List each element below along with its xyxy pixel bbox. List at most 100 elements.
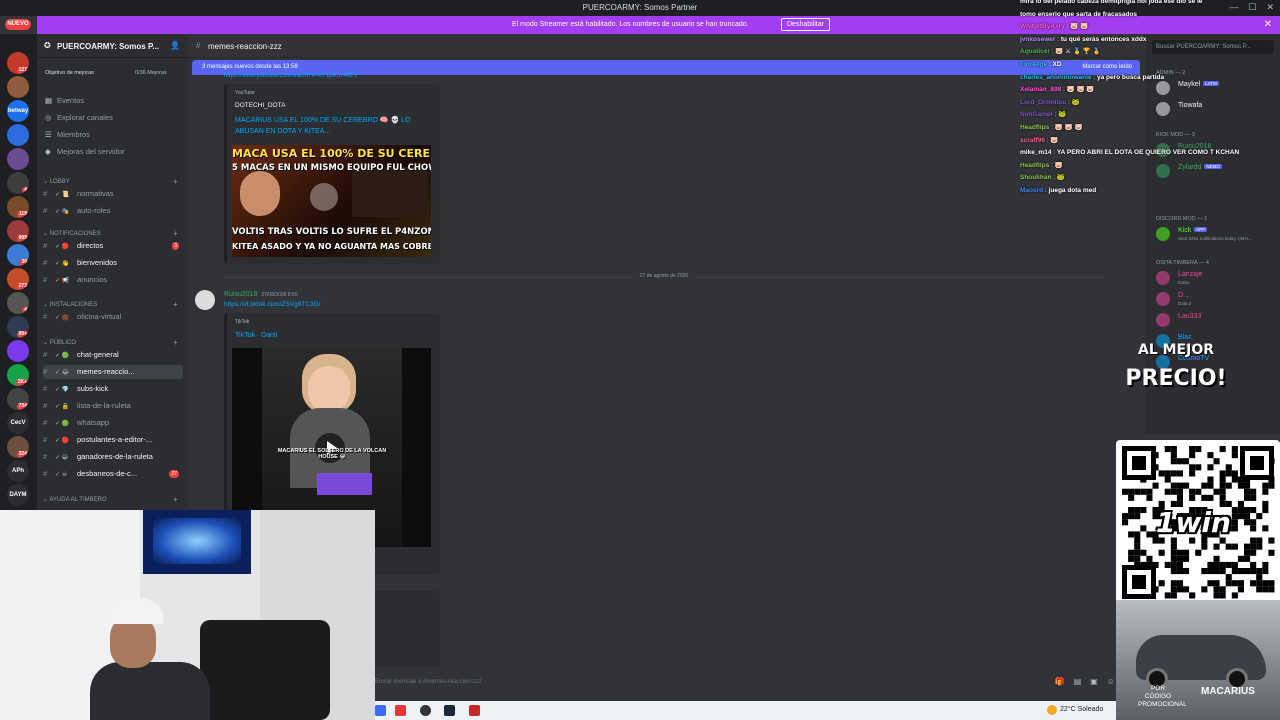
server-icon[interactable] <box>7 124 29 146</box>
invite-icon[interactable]: 👤 <box>170 41 180 50</box>
server-icon[interactable]: 99+ <box>7 316 29 338</box>
message-link[interactable]: https://vt.tiktok.com/ZSVg9TC3G/ <box>224 301 320 308</box>
channel-lista-de-la-ruleta[interactable]: # ✓ 🔒 lista-de-la-ruleta <box>43 399 183 413</box>
server-icon[interactable]: 273 <box>7 268 29 290</box>
steam-icon[interactable] <box>444 705 455 716</box>
server-icon[interactable]: APh <box>7 460 29 482</box>
server-icon[interactable]: CecV <box>7 412 29 434</box>
qr-module <box>1219 592 1226 599</box>
avatar[interactable] <box>195 290 215 310</box>
channel-anuncios[interactable]: # ✓ 📢 anuncios <box>43 273 183 287</box>
channel-whatsapp[interactable]: # ✓ 🟢 whatsapp <box>43 416 183 430</box>
app-icon[interactable] <box>375 705 386 716</box>
sidebar-item-label: Explorar canales <box>57 113 113 122</box>
channel-bienvenidos[interactable]: # ✓ 👋 bienvenidos <box>43 256 183 270</box>
channel-category[interactable]: ⌄ AYUDA AL TIMBERO + <box>43 495 178 504</box>
member-name: Kick APP <box>1178 227 1208 234</box>
member-name: Lanzaje <box>1178 271 1203 278</box>
qr-module <box>1170 482 1177 489</box>
add-channel-icon[interactable]: + <box>173 300 178 309</box>
chat-username: Headflips <box>1020 124 1050 131</box>
qr-module <box>1262 482 1269 489</box>
channel-subs-kick[interactable]: # ✓ 💎 subs-kick <box>43 382 183 396</box>
app-icon[interactable] <box>420 705 431 716</box>
channel-category[interactable]: ⌄ PÚBLICO + <box>43 338 178 347</box>
weather-text[interactable]: 22°C Soleado <box>1060 706 1103 713</box>
qr-module <box>1170 549 1177 556</box>
server-icon[interactable] <box>7 76 29 98</box>
gift-icon[interactable]: 🎁 <box>1055 677 1065 686</box>
app-icon[interactable] <box>469 705 480 716</box>
channel-desbaneos-de-c[interactable]: # ✓ ☠ desbaneos-de-c... 27 <box>43 467 183 481</box>
channel-normativas[interactable]: # ✓ 📜 normativas <box>43 187 183 201</box>
qr-module <box>1219 494 1226 501</box>
member-item[interactable]: D... Dota 2 <box>1154 290 1278 308</box>
member-item[interactable]: Kick APP Sent 3261 notifications today. (4… <box>1154 225 1278 243</box>
server-icon[interactable] <box>7 340 29 362</box>
member-item[interactable]: Lanzaje Oasis <box>1154 269 1278 287</box>
sidebar-item[interactable]: ☰ Miembros <box>45 130 90 139</box>
chat-message: 🐷 <box>1050 136 1059 144</box>
emoji-icon[interactable]: ☺ <box>1107 677 1115 686</box>
qr-module <box>1268 482 1275 489</box>
boost-goal[interactable]: Objetivo de mejoras 0/36 Mejoras <box>45 70 167 76</box>
chat-line: Headflips : 🐷 <box>1020 161 1063 169</box>
channel-title: memes-reaccion-zzz <box>208 42 282 51</box>
add-channel-icon[interactable]: + <box>173 338 178 347</box>
app-icon[interactable] <box>395 705 406 716</box>
channel-postulantes-a-editor[interactable]: # ✓ 🔴 postulantes-a-editor-... <box>43 433 183 447</box>
person-face <box>308 366 350 412</box>
channel-memes-reaccio[interactable]: # ✓ 😂 memes-reaccio... <box>43 365 183 379</box>
qr-module <box>1256 574 1263 581</box>
server-icon[interactable]: 999 <box>7 220 29 242</box>
add-channel-icon[interactable]: + <box>173 495 178 504</box>
server-icon[interactable]: 127 <box>7 52 29 74</box>
server-icon[interactable]: 4 <box>7 172 29 194</box>
embed-title[interactable]: TikTok · Danii <box>235 330 425 341</box>
channel-oficina-virtual[interactable]: # ✓ 💼 oficina-virtual <box>43 310 183 324</box>
message-composer[interactable]: Enviar mensaje a #memes-reaccion-zzz 🎁 ▤… <box>375 674 1115 692</box>
server-icon[interactable]: 2K+ <box>7 364 29 386</box>
server-icon[interactable]: 119 <box>7 196 29 218</box>
server-icon[interactable]: 30 <box>7 244 29 266</box>
channel-ganadores-de-la-ruleta[interactable]: # ✓ 😀 ganadores-de-la-ruleta <box>43 450 183 464</box>
server-icon[interactable]: DAYM <box>7 484 29 506</box>
chat-line: Shoulihan : 🐸 <box>1020 174 1065 182</box>
sidebar-item[interactable]: ◎ Explorar canales <box>45 113 113 122</box>
qr-module <box>1176 458 1183 465</box>
gif-icon[interactable]: ▤ <box>1074 677 1082 686</box>
channel-directos[interactable]: # ✓ 🔴 directos 3 <box>43 239 183 253</box>
video-thumbnail[interactable]: MACA USA EL 100% DE SU CEREBRO 5 MACAS E… <box>232 145 431 257</box>
channel-category[interactable]: ⌄ INSTALACIONES + <box>43 300 178 309</box>
channel-emoji: ✓ 🟢 <box>55 353 70 359</box>
qr-module <box>1207 464 1214 471</box>
qr-module <box>1250 507 1257 514</box>
sidebar-item[interactable]: ◆ Mejoras del servidor <box>45 147 125 156</box>
chat-message: 🐷 🐷 🐷 <box>1066 86 1095 94</box>
server-icon[interactable]: betway <box>7 100 29 122</box>
server-icon[interactable]: 4 <box>7 292 29 314</box>
sidebar-item[interactable]: ▦ Eventos <box>45 96 84 105</box>
qr-module <box>1201 543 1208 550</box>
channel-auto-roles[interactable]: # ✓ 🎭 auto-roles <box>43 204 183 218</box>
server-icon[interactable]: 734 <box>7 388 29 410</box>
qr-module <box>1219 476 1226 483</box>
qr-module <box>1237 513 1244 520</box>
member-item[interactable]: Lau333 <box>1154 311 1278 329</box>
author-name[interactable]: Ruisu2018 <box>224 291 257 298</box>
channel-category[interactable]: ⌄ LOBBY + <box>43 177 178 186</box>
disable-streamer-button[interactable]: Deshabilitar <box>781 18 830 31</box>
embed-title[interactable]: MACARIUS USA EL 100% DE SU CEREBRO 🧠 💀 L… <box>235 115 425 137</box>
add-channel-icon[interactable]: + <box>173 229 178 238</box>
channel-chat-general[interactable]: # ✓ 🟢 chat-general <box>43 348 183 362</box>
message-author[interactable]: Ruisu2018 27/08/2026 8:50 <box>224 291 298 298</box>
message-link[interactable]: https://www.youtube.com/watch?v=XY1pKSH4… <box>224 73 358 79</box>
server-icon[interactable] <box>7 148 29 170</box>
boost-goal-count: 0/36 Mejoras <box>135 70 167 76</box>
sticker-icon[interactable]: ▣ <box>1090 677 1098 686</box>
server-icon[interactable]: 324 <box>7 436 29 458</box>
guild-header[interactable]: ✪ PUERCOARMY: Somos P... 👤 <box>37 34 188 58</box>
channel-category[interactable]: ⌄ NOTIFICACIONES + <box>43 229 178 238</box>
add-channel-icon[interactable]: + <box>173 177 178 186</box>
embed-author[interactable]: DOTECHI_DOTA <box>235 102 285 109</box>
